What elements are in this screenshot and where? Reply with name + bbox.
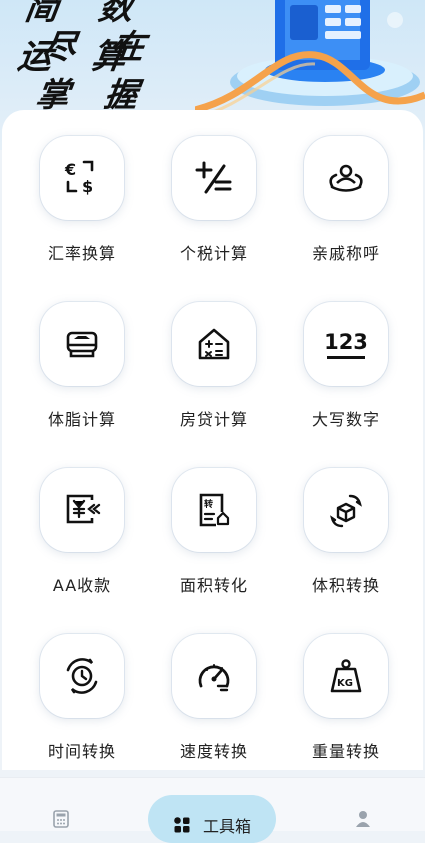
tool-speed-convert[interactable]: 速度转换 [148,634,280,762]
plus-minus-icon [195,161,232,194]
svg-text:€: € [64,160,76,179]
speedometer-icon [198,664,230,692]
tool-label: 速度转换 [179,742,248,761]
svg-text:转: 转 [204,498,213,510]
tool-uppercase-numbers[interactable]: 123 大写数字 [280,302,412,430]
tab-calculator[interactable] [52,810,70,828]
relatives-icon [329,164,363,192]
tool-label: 房贷计算 [179,410,248,429]
tools-card: € $ 汇率换算 个税计算 亲戚称呼 体脂计算 房贷计算 123 大写数字 AA… [2,110,423,770]
tool-label: 个税计算 [179,244,248,263]
tool-relatives[interactable]: 亲戚称呼 [280,136,412,264]
svg-text:$: $ [82,177,93,196]
tool-label: 面积转化 [179,576,248,595]
user-icon [356,811,370,827]
tool-currency-exchange[interactable]: € $ 汇率换算 [16,136,148,264]
time-convert-icon [66,658,98,694]
tool-label: 体积转换 [311,576,380,595]
yuan-receipt-icon [66,494,101,524]
numbers-123-icon: 123 [324,329,368,354]
tool-label: 时间转换 [47,742,116,761]
currency-exchange-icon: € $ [64,160,94,196]
slogan-line-2: 尽 在 掌 握 [33,27,160,114]
tab-profile[interactable] [355,810,371,828]
banner-slogan: 简 数 运 算 尽 在 掌 握 [0,0,215,114]
kg-weight-icon: KG [330,659,362,693]
tool-income-tax[interactable]: 个税计算 [148,136,280,264]
volume-convert-icon [330,494,362,528]
tool-time-convert[interactable]: 时间转换 [16,634,148,762]
tool-label: 大写数字 [311,410,380,429]
tool-area-convert[interactable]: 转 面积转化 [148,468,280,596]
tool-label: AA收款 [52,576,112,595]
tool-label: 亲戚称呼 [311,244,380,263]
tool-mortgage[interactable]: 房贷计算 [148,302,280,430]
tool-label: 汇率换算 [47,244,116,263]
tab-toolbox[interactable]: 工具箱 [148,795,276,843]
kg-text: KG [337,678,353,689]
toolbox-grid-icon [174,817,190,833]
area-convert-icon: 转 [199,493,230,527]
tool-weight-convert[interactable]: KG 重量转换 [280,634,412,762]
tool-label: 体脂计算 [47,410,116,429]
tool-body-fat[interactable]: 体脂计算 [16,302,148,430]
calculator-icon [53,810,69,828]
tools-grid: € $ 汇率换算 个税计算 亲戚称呼 体脂计算 房贷计算 123 大写数字 AA… [2,136,425,762]
tab-toolbox-label: 工具箱 [202,817,251,836]
tool-label: 重量转换 [311,742,380,761]
body-fat-scale-icon [66,331,98,358]
tool-volume-convert[interactable]: 体积转换 [280,468,412,596]
tool-aa-payment[interactable]: AA收款 [16,468,148,596]
bottom-tab-bar: 工具箱 [0,777,425,843]
house-calc-icon [198,328,230,360]
